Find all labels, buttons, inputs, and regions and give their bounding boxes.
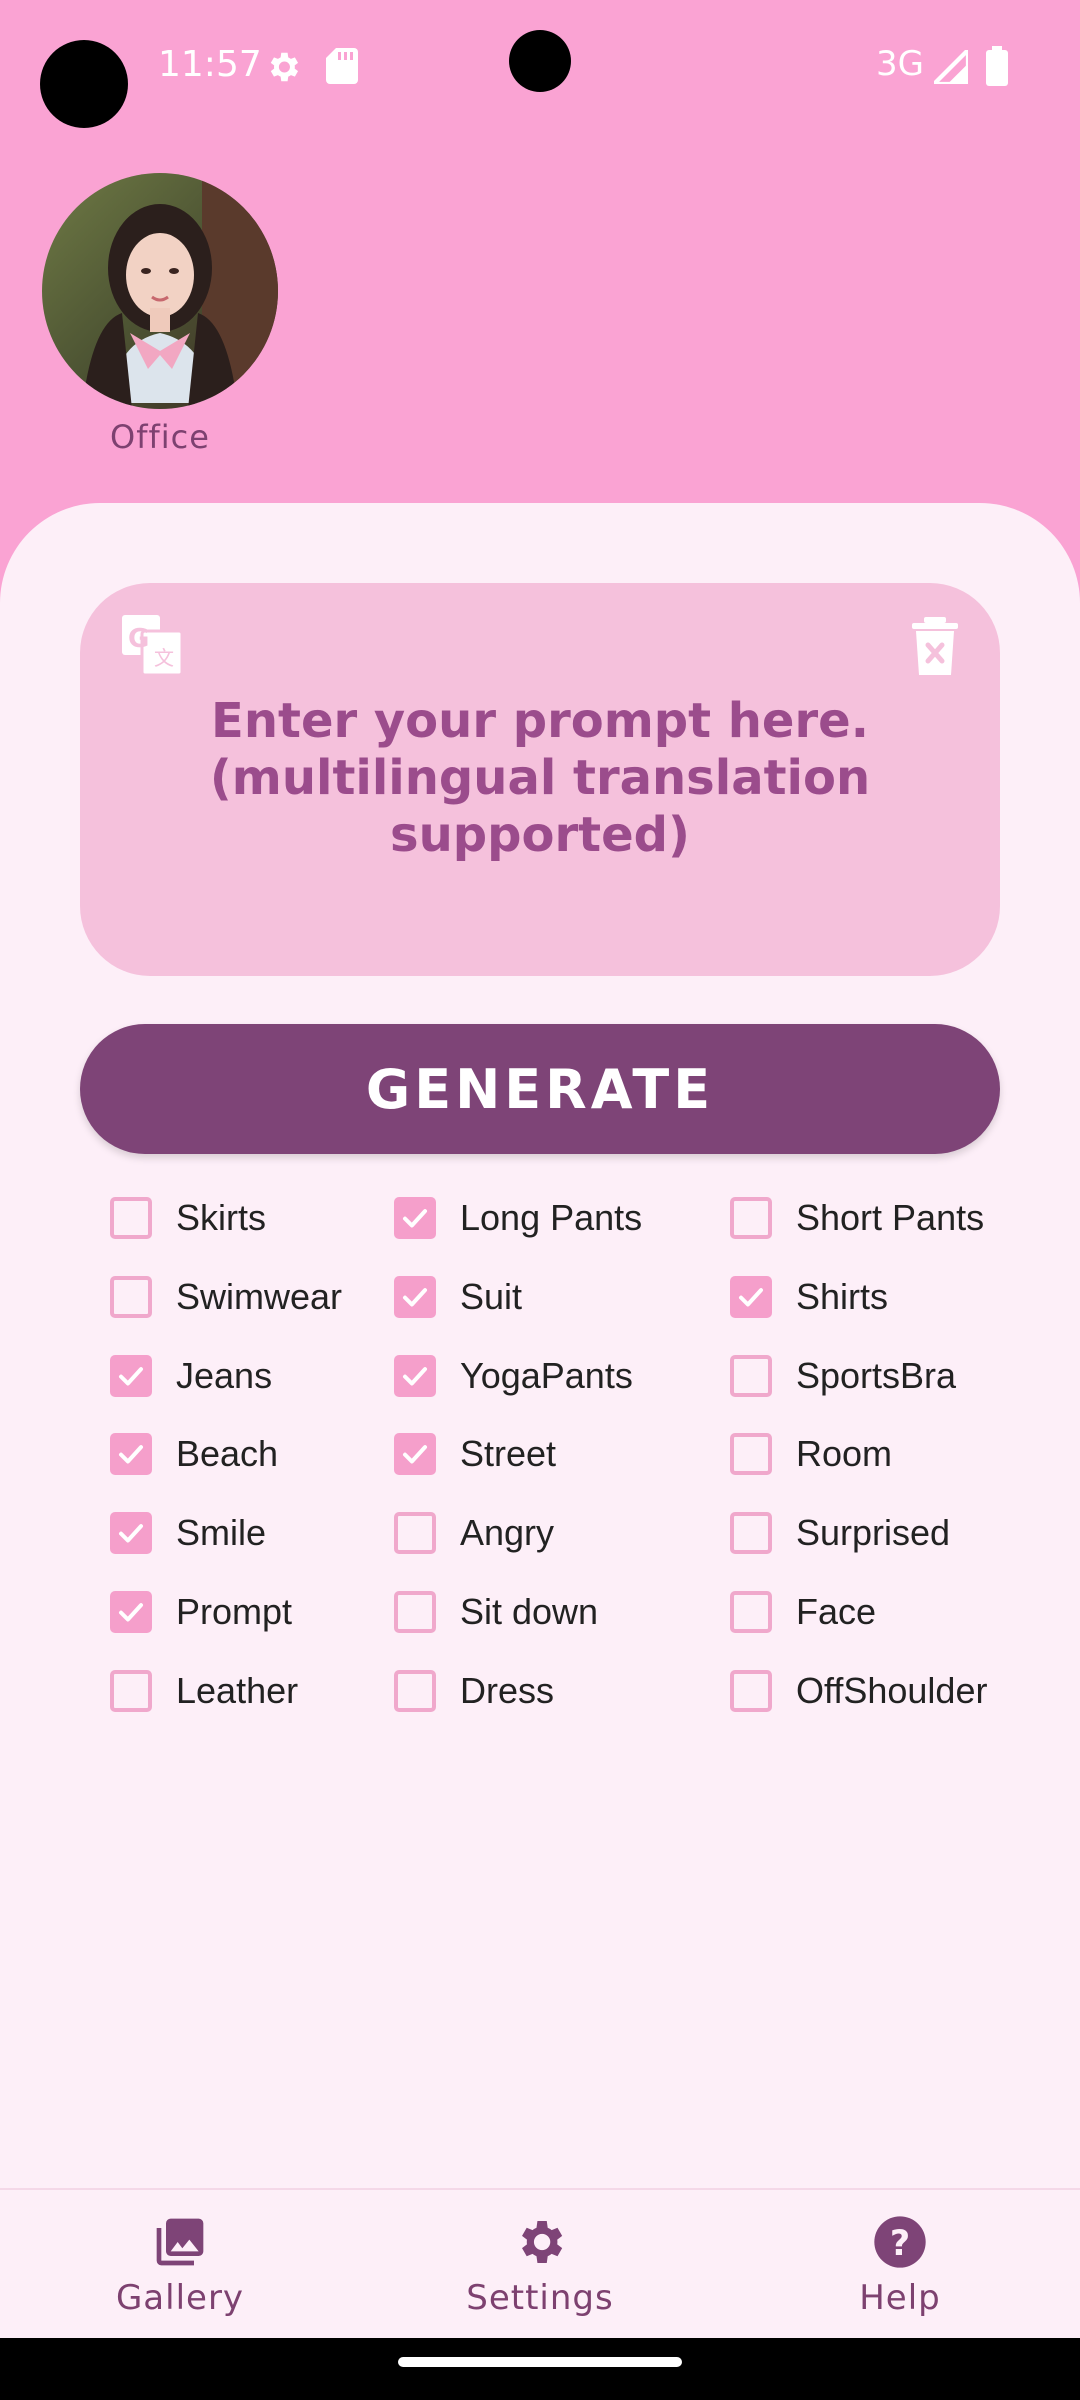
checkbox-checked[interactable] [110,1355,152,1397]
status-bar: 11:57 3G [0,0,1080,140]
checkbox-option[interactable]: Surprised [730,1503,950,1563]
checkbox-option[interactable]: Leather [110,1661,298,1721]
nav-gallery[interactable]: Gallery [60,2214,300,2318]
checkbox-label: Shirts [796,1276,889,1317]
sd-card-icon [326,48,358,88]
checkbox-checked[interactable] [394,1355,436,1397]
checkbox-label: Street [460,1433,557,1474]
checkbox-unchecked[interactable] [394,1591,436,1633]
checkbox-label: Short Pants [796,1197,985,1238]
checkbox-label: Face [796,1591,877,1632]
nav-settings[interactable]: Settings [420,2214,660,2318]
trash-icon[interactable] [910,617,960,677]
checkbox-option[interactable]: Dress [394,1661,554,1721]
checkbox-option[interactable]: Jeans [110,1346,272,1406]
checkbox-option[interactable]: Sit down [394,1582,598,1642]
checkbox-option[interactable]: Angry [394,1503,554,1563]
checkbox-unchecked[interactable] [730,1512,772,1554]
checkbox-label: OffShoulder [796,1670,988,1711]
checkbox-option[interactable]: YogaPants [394,1346,633,1406]
prompt-input[interactable]: G 文 Enter your prompt here. (multilingua… [80,583,1000,976]
settings-gear-icon [264,48,302,90]
checkbox-unchecked[interactable] [730,1197,772,1239]
checkbox-label: Sit down [460,1591,599,1632]
checkbox-option[interactable]: Face [730,1582,876,1642]
checkbox-unchecked[interactable] [394,1512,436,1554]
checkbox-label: Long Pants [460,1197,643,1238]
checkbox-option[interactable]: SportsBra [730,1346,956,1406]
checkbox-option[interactable]: Swimwear [110,1267,342,1327]
checkbox-option[interactable]: Short Pants [730,1188,984,1248]
avatar[interactable] [42,173,278,409]
checkbox-unchecked[interactable] [110,1276,152,1318]
checkbox-label: Beach [176,1433,279,1474]
nav-help-label: Help [859,2278,941,2318]
checkbox-checked[interactable] [110,1433,152,1475]
front-camera [509,30,571,92]
help-icon: ? [874,2216,926,2268]
checkbox-unchecked[interactable] [110,1197,152,1239]
battery-icon [986,46,1008,90]
checkbox-label: Jeans [176,1355,273,1396]
checkbox-option[interactable]: Long Pants [394,1188,642,1248]
checkbox-option[interactable]: OffShoulder [730,1661,987,1721]
camera-cutout [40,40,128,128]
checkbox-label: SportsBra [796,1355,957,1396]
translate-icon[interactable]: G 文 [120,613,186,679]
checkbox-option[interactable]: Skirts [110,1188,266,1248]
gesture-handle[interactable] [398,2357,682,2367]
checkbox-option[interactable]: Beach [110,1424,278,1484]
svg-text:G: G [128,624,149,654]
checkbox-checked[interactable] [110,1591,152,1633]
signal-icon [928,44,971,88]
svg-text:?: ? [890,2224,910,2264]
svg-text:文: 文 [154,646,174,670]
checkbox-unchecked[interactable] [730,1355,772,1397]
checkbox-unchecked[interactable] [730,1433,772,1475]
prompt-placeholder: Enter your prompt here. (multilingual tr… [209,693,871,863]
checkbox-checked[interactable] [394,1276,436,1318]
checkbox-option[interactable]: Shirts [730,1267,888,1327]
network-type: 3G [876,44,924,84]
portrait-photo [42,173,278,409]
checkbox-label: YogaPants [460,1355,633,1396]
checkbox-unchecked[interactable] [110,1670,152,1712]
avatar-label: Office [110,418,210,456]
checkbox-label: Prompt [176,1591,293,1632]
checkbox-option[interactable]: Prompt [110,1582,292,1642]
checkbox-label: Suit [460,1276,523,1317]
system-nav-area [0,2338,1080,2400]
bottom-navigation: Gallery Settings ? Help [0,2188,1080,2340]
checkbox-checked[interactable] [730,1276,772,1318]
nav-gallery-label: Gallery [115,2278,245,2318]
checkbox-label: Skirts [176,1197,266,1238]
checkbox-option[interactable]: Smile [110,1503,266,1563]
checkbox-label: Swimwear [176,1276,343,1317]
checkbox-option[interactable]: Suit [394,1267,522,1327]
checkbox-checked[interactable] [394,1433,436,1475]
checkbox-option[interactable]: Room [730,1424,892,1484]
checkbox-option[interactable]: Street [394,1424,556,1484]
gallery-icon [156,2218,204,2266]
checkbox-unchecked[interactable] [730,1670,772,1712]
checkbox-label: Leather [176,1670,299,1711]
checkbox-label: Angry [460,1512,555,1553]
checkbox-checked[interactable] [110,1512,152,1554]
generate-button[interactable]: GENERATE [80,1024,1000,1154]
checkbox-checked[interactable] [394,1197,436,1239]
checkbox-unchecked[interactable] [730,1591,772,1633]
checkbox-unchecked[interactable] [394,1670,436,1712]
nav-help[interactable]: ? Help [780,2214,1020,2318]
settings-icon [522,2221,563,2263]
status-time: 11:57 [158,44,262,85]
checkbox-label: Surprised [796,1512,951,1553]
checkbox-label: Dress [460,1670,555,1711]
checkbox-label: Room [796,1433,893,1474]
nav-settings-label: Settings [466,2278,614,2318]
checkbox-label: Smile [176,1512,267,1553]
